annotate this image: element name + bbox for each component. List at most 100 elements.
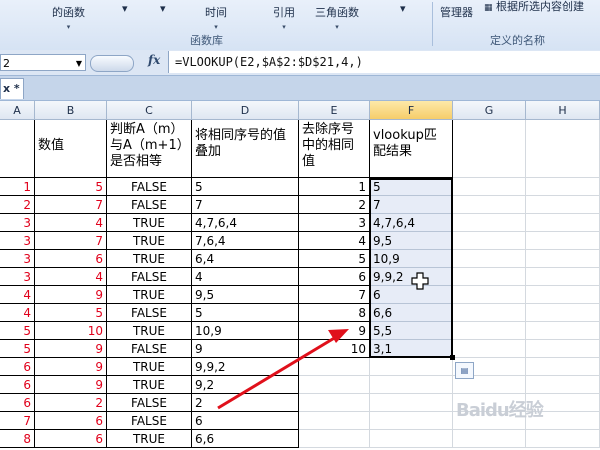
cell-a11[interactable]: 5 [0,340,35,358]
cell-d10[interactable]: 10,9 [192,322,299,340]
cell-g5[interactable] [453,232,526,250]
column-header-d[interactable]: D [192,101,299,120]
cell-h10[interactable] [526,322,600,340]
cell-c15[interactable]: FALSE [107,412,192,430]
cell-b15[interactable]: 6 [35,412,107,430]
cell-h4[interactable] [526,214,600,232]
cell-f2[interactable]: 5 [370,178,453,196]
cell-h6[interactable] [526,250,600,268]
cell-c9[interactable]: FALSE [107,304,192,322]
cell-g2[interactable] [453,178,526,196]
cell-f14[interactable] [370,394,453,412]
cell-e2[interactable]: 1 [299,178,370,196]
cell-a4[interactable]: 3 [0,214,35,232]
cell-d2[interactable]: 5 [192,178,299,196]
cell-g16[interactable] [453,430,526,448]
cell-f13[interactable] [370,376,453,394]
cell-e1[interactable]: 去除序号中的相同值 [299,120,370,178]
cell-d16[interactable]: 6,6 [192,430,299,448]
cell-b3[interactable]: 7 [35,196,107,214]
ribbon-button-create-from-selection[interactable]: ▦ 根据所选内容创建 [484,0,584,15]
cell-f15[interactable] [370,412,453,430]
cell-c5[interactable]: TRUE [107,232,192,250]
cell-f5[interactable]: 9,5 [370,232,453,250]
column-header-c[interactable]: C [107,101,192,120]
ribbon-button-name-manager[interactable]: 管理器 [440,6,473,19]
cell-b4[interactable]: 4 [35,214,107,232]
cell-e4[interactable]: 3 [299,214,370,232]
cell-f6[interactable]: 10,9 [370,250,453,268]
column-header-f[interactable]: F [370,101,453,120]
cell-a6[interactable]: 3 [0,250,35,268]
cell-g1[interactable] [453,120,526,178]
cell-e11[interactable]: 10 [299,340,370,358]
column-header-a[interactable]: A [0,101,35,120]
cell-g8[interactable] [453,286,526,304]
cell-c2[interactable]: FALSE [107,178,192,196]
chevron-down-icon[interactable]: ▼ [76,55,82,72]
cell-a12[interactable]: 6 [0,358,35,376]
cell-c3[interactable]: FALSE [107,196,192,214]
cell-b8[interactable]: 9 [35,286,107,304]
ribbon-button-financial[interactable]: ▾ [122,2,128,15]
formula-bar-resize-handle[interactable] [90,55,134,72]
cell-a3[interactable]: 2 [0,196,35,214]
cell-b9[interactable]: 5 [35,304,107,322]
cell-h5[interactable] [526,232,600,250]
name-box[interactable]: 2 ▼ [0,54,86,71]
fill-handle[interactable] [450,355,455,360]
cell-d4[interactable]: 4,7,6,4 [192,214,299,232]
cell-b6[interactable]: 6 [35,250,107,268]
cell-e14[interactable] [299,394,370,412]
cell-f9[interactable]: 6,6 [370,304,453,322]
cell-c10[interactable]: TRUE [107,322,192,340]
cell-e16[interactable] [299,430,370,448]
cell-e8[interactable]: 7 [299,286,370,304]
cell-b10[interactable]: 10 [35,322,107,340]
cell-b14[interactable]: 2 [35,394,107,412]
cell-g4[interactable] [453,214,526,232]
cell-e7[interactable]: 6 [299,268,370,286]
cell-h1[interactable] [526,120,600,178]
cell-e13[interactable] [299,376,370,394]
cell-d11[interactable]: 9 [192,340,299,358]
cell-c4[interactable]: TRUE [107,214,192,232]
cell-b12[interactable]: 9 [35,358,107,376]
cell-a15[interactable]: 7 [0,412,35,430]
cell-b5[interactable]: 7 [35,232,107,250]
cell-d7[interactable]: 4 [192,268,299,286]
cell-d9[interactable]: 5 [192,304,299,322]
cell-h7[interactable] [526,268,600,286]
cell-f3[interactable]: 7 [370,196,453,214]
cell-e10[interactable]: 9 [299,322,370,340]
cell-d12[interactable]: 9,9,2 [192,358,299,376]
cell-d5[interactable]: 7,6,4 [192,232,299,250]
cell-h16[interactable] [526,430,600,448]
cell-d8[interactable]: 9,5 [192,286,299,304]
column-header-e[interactable]: E [299,101,370,120]
cell-b16[interactable]: 6 [35,430,107,448]
cell-d3[interactable]: 7 [192,196,299,214]
cell-e6[interactable]: 5 [299,250,370,268]
cell-a13[interactable]: 6 [0,376,35,394]
cell-d14[interactable]: 2 [192,394,299,412]
cell-a14[interactable]: 6 [0,394,35,412]
column-header-b[interactable]: B [35,101,107,120]
cell-g9[interactable] [453,304,526,322]
cell-d15[interactable]: 6 [192,412,299,430]
cell-c12[interactable]: TRUE [107,358,192,376]
cell-e15[interactable] [299,412,370,430]
cell-c8[interactable]: TRUE [107,286,192,304]
cell-f11[interactable]: 3,1 [370,340,453,358]
cell-b11[interactable]: 9 [35,340,107,358]
cell-h8[interactable] [526,286,600,304]
column-header-h[interactable]: H [526,101,600,120]
cell-c11[interactable]: FALSE [107,340,192,358]
cell-f16[interactable] [370,430,453,448]
cell-e3[interactable]: 2 [299,196,370,214]
insert-function-icon[interactable]: fx [148,53,160,67]
cell-f1[interactable]: vlookup匹配结果 [370,120,453,178]
cell-d13[interactable]: 9,2 [192,376,299,394]
cell-a7[interactable]: 3 [0,268,35,286]
cell-b7[interactable]: 4 [35,268,107,286]
